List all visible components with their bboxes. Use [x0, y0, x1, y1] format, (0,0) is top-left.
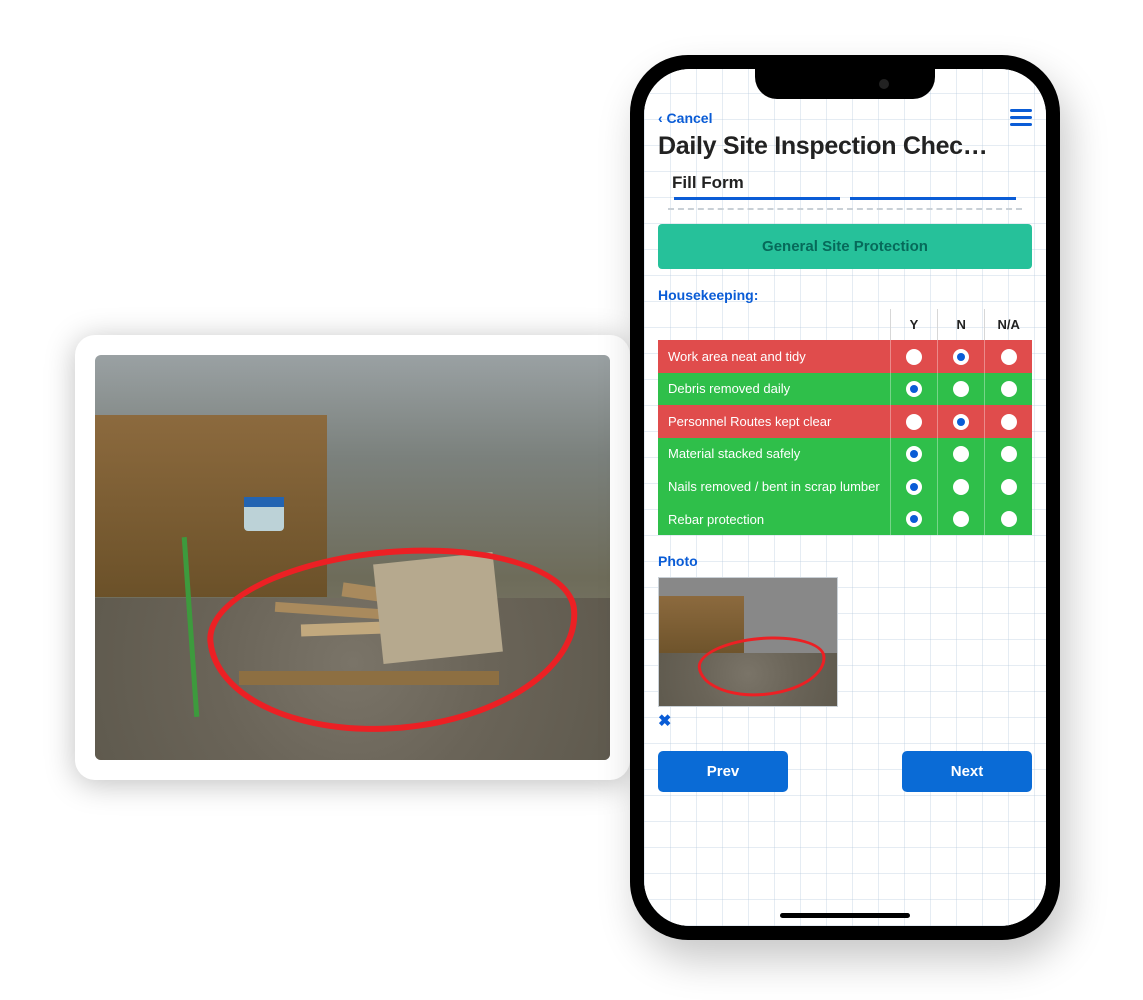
radio-n[interactable] [953, 511, 969, 527]
annotated-photo-card [75, 335, 630, 780]
radio-na[interactable] [1001, 414, 1017, 430]
checklist-table: Y N N/A Work area neat and tidyDebris re… [658, 309, 1032, 535]
radio-cell-n[interactable] [938, 405, 985, 438]
checklist-item-label: Personnel Routes kept clear [658, 405, 890, 438]
radio-cell-na[interactable] [985, 373, 1032, 406]
radio-y-selected[interactable] [906, 381, 922, 397]
col-na: N/A [985, 309, 1032, 340]
prev-button[interactable]: Prev [658, 751, 788, 792]
radio-y[interactable] [906, 349, 922, 365]
checklist-item-label: Debris removed daily [658, 373, 890, 406]
checklist-item-label: Work area neat and tidy [658, 340, 890, 373]
radio-y-selected[interactable] [906, 446, 922, 462]
next-button[interactable]: Next [902, 751, 1032, 792]
home-indicator [780, 913, 910, 918]
radio-cell-na[interactable] [985, 438, 1032, 471]
radio-y-selected[interactable] [906, 511, 922, 527]
radio-cell-y[interactable] [890, 438, 937, 471]
phone-notch [755, 69, 935, 99]
checklist-item-label: Material stacked safely [658, 438, 890, 471]
checklist-row: Nails removed / bent in scrap lumber [658, 470, 1032, 503]
radio-cell-n[interactable] [938, 373, 985, 406]
radio-cell-y[interactable] [890, 373, 937, 406]
radio-na[interactable] [1001, 479, 1017, 495]
phone-device-frame: ‹ Cancel Daily Site Inspection Chec… Fil… [630, 55, 1060, 940]
radio-cell-n[interactable] [938, 503, 985, 536]
site-photo [95, 355, 610, 760]
checklist-row: Material stacked safely [658, 438, 1032, 471]
section-banner: General Site Protection [658, 224, 1032, 269]
checklist-row: Work area neat and tidy [658, 340, 1032, 373]
checklist-item-label: Rebar protection [658, 503, 890, 536]
radio-cell-na[interactable] [985, 340, 1032, 373]
menu-icon[interactable] [1010, 109, 1032, 126]
checklist-row: Rebar protection [658, 503, 1032, 536]
photo-section-label: Photo [658, 553, 1032, 569]
radio-n-selected[interactable] [953, 414, 969, 430]
radio-cell-n[interactable] [938, 340, 985, 373]
radio-y-selected[interactable] [906, 479, 922, 495]
radio-na[interactable] [1001, 349, 1017, 365]
checklist-item-label: Nails removed / bent in scrap lumber [658, 470, 890, 503]
radio-na[interactable] [1001, 511, 1017, 527]
radio-cell-n[interactable] [938, 438, 985, 471]
radio-cell-n[interactable] [938, 470, 985, 503]
radio-n-selected[interactable] [953, 349, 969, 365]
radio-cell-na[interactable] [985, 405, 1032, 438]
checklist-row: Personnel Routes kept clear [658, 405, 1032, 438]
col-no: N [938, 309, 985, 340]
photo-thumbnail[interactable] [658, 577, 838, 707]
radio-na[interactable] [1001, 446, 1017, 462]
radio-na[interactable] [1001, 381, 1017, 397]
radio-cell-na[interactable] [985, 470, 1032, 503]
subsection-label: Housekeeping: [658, 287, 1032, 303]
app-screen: ‹ Cancel Daily Site Inspection Chec… Fil… [644, 69, 1046, 926]
radio-cell-na[interactable] [985, 503, 1032, 536]
progress-stepper [658, 197, 1032, 208]
radio-n[interactable] [953, 381, 969, 397]
divider [668, 208, 1022, 210]
delete-photo-button[interactable]: ✖ [658, 711, 1032, 731]
col-yes: Y [890, 309, 937, 340]
radio-cell-y[interactable] [890, 503, 937, 536]
radio-y[interactable] [906, 414, 922, 430]
radio-cell-y[interactable] [890, 470, 937, 503]
radio-n[interactable] [953, 479, 969, 495]
cancel-button[interactable]: ‹ Cancel [658, 110, 712, 126]
step-label: Fill Form [658, 173, 1032, 197]
page-title: Daily Site Inspection Chec… [658, 132, 1032, 161]
radio-cell-y[interactable] [890, 340, 937, 373]
checklist-row: Debris removed daily [658, 373, 1032, 406]
radio-n[interactable] [953, 446, 969, 462]
radio-cell-y[interactable] [890, 405, 937, 438]
